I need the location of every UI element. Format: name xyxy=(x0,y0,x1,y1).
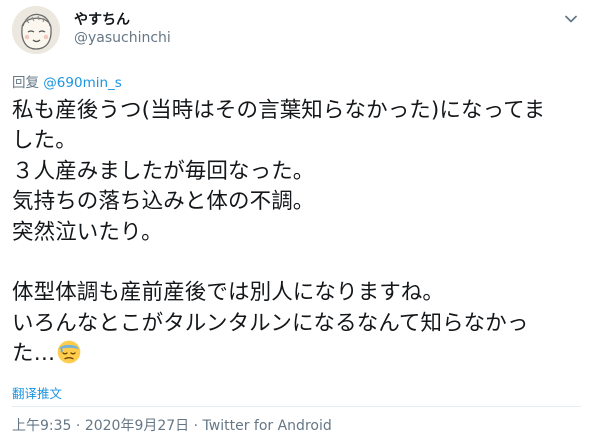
tweet-text: 私も産後うつ(当時はその言葉知らなかった)になってま した。 ３人産みましたが毎… xyxy=(12,96,586,370)
translate-tweet-link[interactable]: 翻译推文 xyxy=(12,383,62,402)
divider xyxy=(12,406,581,407)
tweet-metadata: 上午9:35 · 2020年9月27日 · Twitter for Androi… xyxy=(12,415,332,435)
reply-mention-link[interactable]: @690min_s xyxy=(43,75,122,91)
user-handle[interactable]: @yasuchinchi xyxy=(74,30,171,46)
hand-drawn-face-avatar-icon xyxy=(12,6,60,54)
tweet-line: 気持ちの落ち込みと体の不調。 xyxy=(12,189,315,215)
downcast-face-with-sweat-emoji-icon xyxy=(57,340,81,364)
chevron-down-icon xyxy=(565,15,577,23)
tweet-last-line: た… xyxy=(12,339,586,369)
meta-separator: · xyxy=(71,418,85,434)
tweet-line: した。 xyxy=(12,128,77,154)
meta-separator: · xyxy=(189,418,203,434)
reply-context: 回复 @690min_s xyxy=(12,71,122,91)
tweet-line: た… xyxy=(12,341,56,367)
display-name[interactable]: やすちん xyxy=(74,9,130,29)
tweet-source-link[interactable]: Twitter for Android xyxy=(203,418,332,434)
tweet-time[interactable]: 上午9:35 xyxy=(12,418,71,434)
tweet-date[interactable]: 2020年9月27日 xyxy=(85,418,189,434)
tweet-line: 私も産後うつ(当時はその言葉知らなかった)になってま xyxy=(12,98,546,123)
tweet-line: いろんなとこがタルンタルンになるなんて知らなかっ xyxy=(12,310,529,336)
tweet-line: 体型体調も産前産後では別人になりますね。 xyxy=(12,280,445,306)
tweet-line: 突然泣いたり。 xyxy=(12,219,163,245)
tweet-menu-button[interactable] xyxy=(560,8,582,30)
tweet-line: ３人産みましたが毎回なった。 xyxy=(12,158,315,184)
reply-prefix: 回复 xyxy=(12,75,44,91)
avatar[interactable] xyxy=(12,6,60,54)
